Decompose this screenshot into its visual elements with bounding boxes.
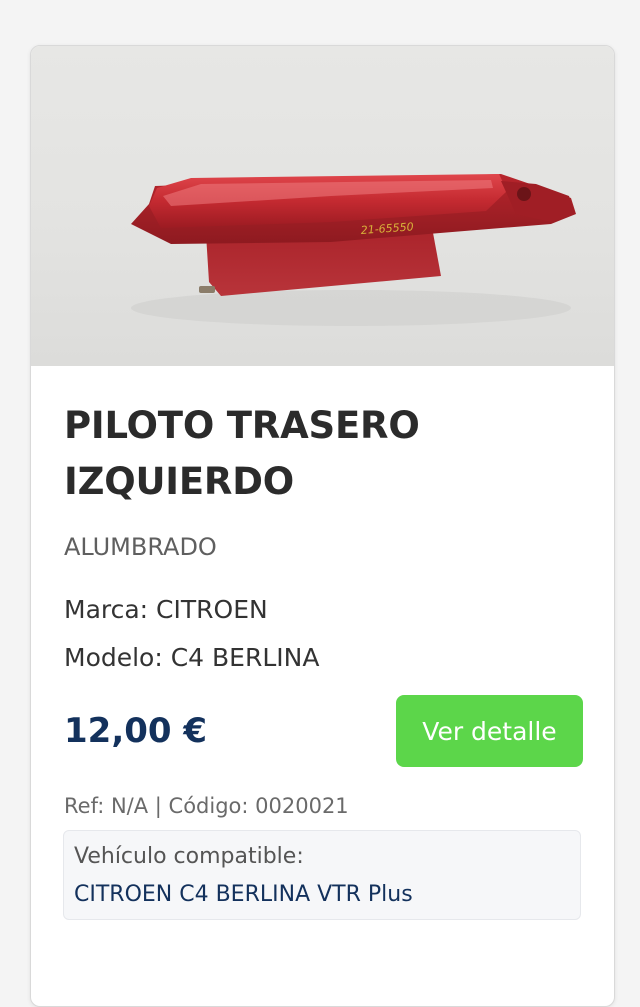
- product-image[interactable]: 21-65550: [31, 46, 614, 366]
- compatible-vehicle-label: Vehículo compatible:: [74, 844, 304, 869]
- tail-light-photo: 21-65550: [131, 174, 576, 326]
- product-specs: Marca: CITROEN Modelo: C4 BERLINA: [64, 586, 319, 682]
- product-card: 21-65550 PILOTO TRASERO IZQUIERDO ALUMBR…: [30, 45, 615, 1007]
- compatible-vehicle-box: Vehículo compatible: CITROEN C4 BERLINA …: [63, 830, 581, 920]
- product-title: PILOTO TRASERO IZQUIERDO: [64, 404, 420, 503]
- view-detail-button[interactable]: Ver detalle: [396, 695, 583, 767]
- product-category: ALUMBRADO: [64, 533, 217, 561]
- model-line: Modelo: C4 BERLINA: [64, 643, 320, 672]
- brand-line: Marca: CITROEN: [64, 595, 268, 624]
- compatible-vehicle-value[interactable]: CITROEN C4 BERLINA VTR Plus: [74, 879, 413, 911]
- product-price: 12,00 €: [64, 711, 208, 751]
- reference-code: Ref: N/A | Código: 0020021: [64, 794, 349, 818]
